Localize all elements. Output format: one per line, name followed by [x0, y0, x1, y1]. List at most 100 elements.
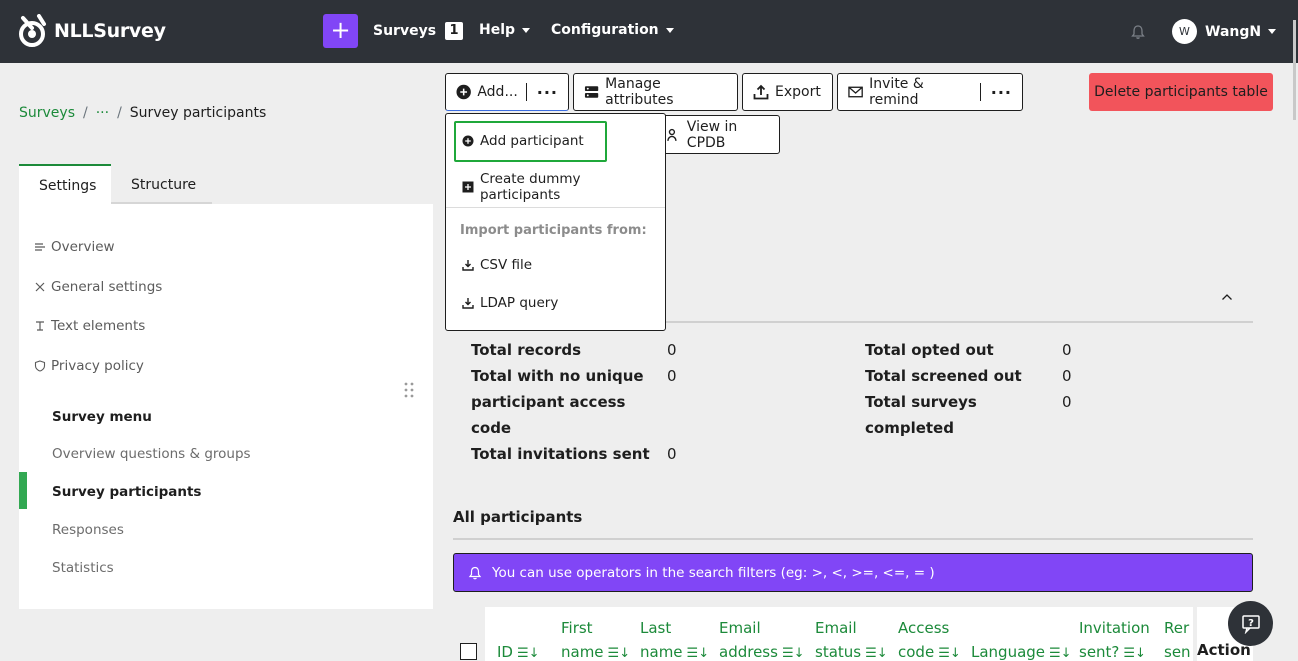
menu-item-create-dummy[interactable]: Create dummy participants — [462, 171, 665, 203]
all-participants-title: All participants — [453, 508, 583, 526]
feedback-button[interactable]: ? — [1228, 601, 1273, 646]
sidebar-item-label: Text elements — [51, 318, 146, 334]
column-header-language[interactable]: Language ☰↓ — [971, 616, 1072, 661]
shield-icon — [34, 360, 46, 372]
column-header-invitation-sent[interactable]: Invitation sent? ☰↓ — [1079, 616, 1150, 661]
sort-icon: ☰↓ — [865, 646, 888, 661]
app-logo[interactable]: NLLSurvey — [17, 14, 166, 48]
breadcrumb-current: Survey participants — [129, 105, 267, 121]
menu-item-responses[interactable]: Responses — [52, 522, 124, 538]
nav-surveys[interactable]: Surveys 1 — [373, 22, 464, 40]
column-header-email-address[interactable]: Email address ☰↓ — [719, 616, 804, 661]
sidebar-item-overview[interactable]: Overview — [34, 239, 115, 255]
stat-total-records-label: Total records — [471, 341, 582, 359]
drag-handle-icon[interactable] — [404, 382, 414, 398]
breadcrumb-surveys-link[interactable]: Surveys — [19, 105, 75, 121]
divider — [525, 83, 527, 101]
stat-no-unique-label-3: code — [471, 419, 512, 437]
stat-no-unique-label-1: Total with no unique — [471, 367, 644, 385]
column-header-line-2: sent? — [1079, 643, 1120, 661]
column-header-line-2: status — [815, 643, 862, 661]
menu-item-survey-participants[interactable]: Survey participants — [52, 484, 201, 500]
nav-help-label: Help — [479, 22, 516, 38]
create-dummy-label: Create dummy participants — [479, 171, 581, 203]
column-header-line-1: Email — [719, 619, 761, 637]
column-header-line-2: name — [640, 643, 683, 661]
more-dots-icon[interactable]: ··· — [537, 83, 558, 102]
menu-item-overview-questions[interactable]: Overview questions & groups — [52, 446, 251, 462]
upload-icon — [753, 84, 769, 100]
stat-total-records-value: 0 — [667, 341, 677, 359]
column-header-reminder-sent[interactable]: Rer sen — [1164, 616, 1193, 661]
sidebar-item-text-elements[interactable]: Text elements — [34, 318, 145, 334]
select-all-checkbox[interactable] — [460, 643, 477, 660]
column-header-line-1: Invitation — [1079, 619, 1150, 637]
breadcrumb-separator: / — [83, 105, 88, 121]
column-header-line-1: Email — [815, 619, 857, 637]
stat-completed-value: 0 — [1062, 393, 1072, 411]
stat-completed-label-1: Total surveys — [865, 393, 977, 411]
caret-down-icon — [665, 27, 674, 33]
manage-attributes-button[interactable]: Manage attributes — [573, 73, 738, 111]
stat-completed-label-2: completed — [865, 419, 954, 437]
breadcrumb-ellipsis-link[interactable]: ··· — [96, 105, 109, 121]
column-header-first-name[interactable]: First name ☰↓ — [561, 616, 630, 661]
column-header-line-1: Last — [640, 619, 672, 637]
sort-icon: ☰↓ — [781, 646, 805, 661]
breadcrumb-separator: / — [117, 105, 122, 121]
export-button[interactable]: Export — [742, 73, 833, 111]
nav-surveys-label: Surveys — [373, 23, 437, 39]
section-divider — [453, 538, 1253, 540]
column-header-access-code[interactable]: Access code ☰↓ — [898, 616, 961, 661]
chevron-up-icon[interactable] — [1221, 292, 1233, 302]
column-header-email-status[interactable]: Email status ☰↓ — [815, 616, 888, 661]
column-header-line-2: name — [561, 643, 604, 661]
plus-circle-icon — [456, 84, 471, 100]
column-header-line-2: code — [898, 643, 935, 661]
view-in-cpdb-label: View in CPDB — [686, 118, 738, 151]
menu-item-import-csv[interactable]: CSV file — [462, 257, 532, 273]
stat-opted-out-value: 0 — [1062, 341, 1072, 359]
list-icon — [35, 243, 45, 251]
stat-screened-out-value: 0 — [1062, 367, 1072, 385]
bell-icon — [468, 566, 482, 579]
menu-item-add-participant[interactable]: Add participant — [462, 133, 584, 149]
delete-participants-table-button[interactable]: Delete participants table — [1089, 73, 1273, 111]
column-header-line-2: address — [719, 643, 778, 661]
create-survey-button[interactable]: + — [323, 14, 358, 48]
question-chat-icon: ? — [1241, 614, 1260, 634]
bell-icon[interactable] — [1130, 24, 1146, 40]
divider — [979, 83, 981, 101]
invite-remind-button[interactable]: Invite & remind ··· — [837, 73, 1023, 111]
manage-attributes-label: Manage attributes — [605, 76, 674, 108]
ldap-label: LDAP query — [480, 295, 559, 311]
user-menu[interactable]: W WangN — [1172, 19, 1277, 44]
sidebar-item-label: Overview — [51, 239, 115, 255]
column-header-id[interactable]: ID ☰↓ — [497, 616, 540, 661]
menu-item-import-ldap[interactable]: LDAP query — [462, 295, 558, 311]
sort-icon: ☰↓ — [1123, 646, 1146, 661]
sidebar-item-general-settings[interactable]: General settings — [34, 279, 162, 295]
app-name: NLLSurvey — [54, 20, 166, 42]
stat-opted-out-label: Total opted out — [865, 341, 994, 359]
nav-configuration[interactable]: Configuration — [551, 22, 674, 38]
sidebar-item-privacy-policy[interactable]: Privacy policy — [34, 358, 144, 374]
stat-no-unique-label-2: participant access — [471, 393, 626, 411]
view-in-cpdb-button[interactable]: View in CPDB — [660, 115, 780, 154]
sidebar-item-label: Privacy policy — [51, 358, 144, 374]
tab-settings[interactable]: Settings — [19, 164, 111, 204]
page-scrollbar[interactable] — [1293, 20, 1296, 120]
column-header-last-name[interactable]: Last name ☰↓ — [640, 616, 709, 661]
nav-config-label: Configuration — [551, 22, 659, 38]
svg-text:?: ? — [1248, 618, 1254, 629]
invite-remind-label: Invite & remind — [869, 76, 924, 108]
more-dots-icon[interactable]: ··· — [991, 83, 1012, 102]
csv-label: CSV file — [480, 257, 533, 273]
add-dropdown-menu: Add participant Create dummy participant… — [445, 113, 666, 331]
add-button[interactable]: Add... ··· — [445, 73, 569, 111]
nav-help[interactable]: Help — [479, 22, 531, 38]
column-header-line-1 — [497, 616, 540, 640]
menu-item-statistics[interactable]: Statistics — [52, 560, 114, 576]
tab-structure[interactable]: Structure — [111, 164, 212, 204]
breadcrumb: Surveys / ··· / Survey participants — [19, 105, 266, 121]
